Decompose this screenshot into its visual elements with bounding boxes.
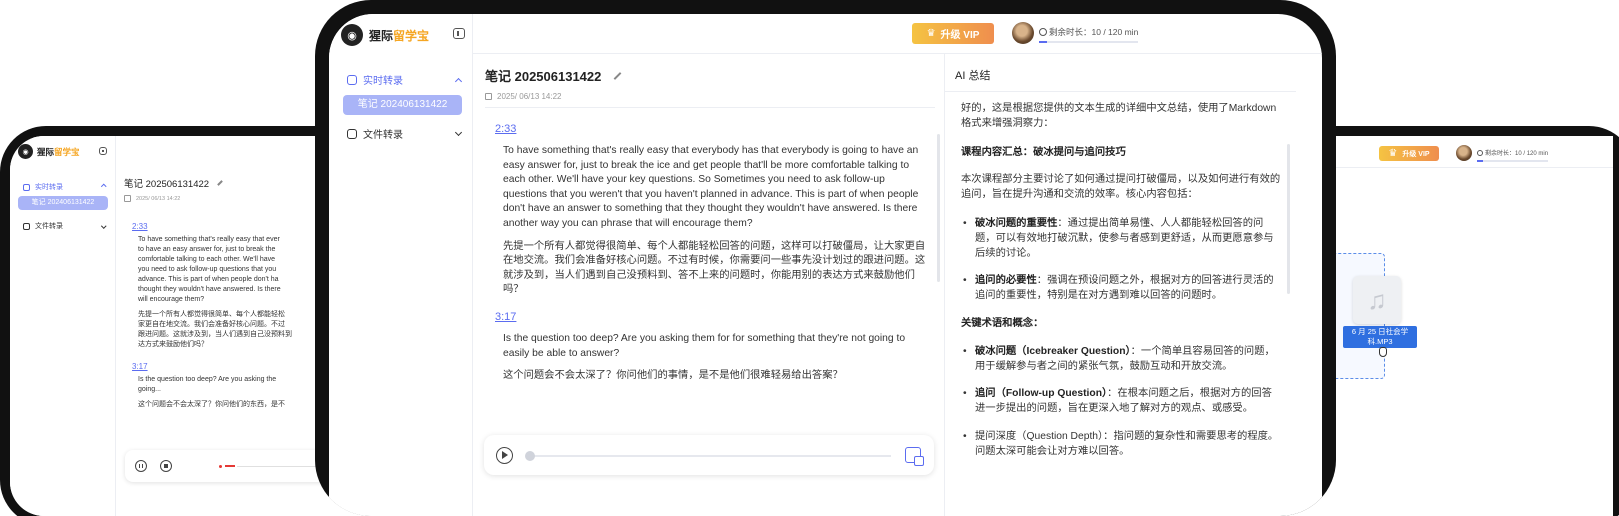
sidebar-item-file[interactable]: 文件转录: [347, 126, 463, 141]
transcript-panel: 2:33 To have something that's really eas…: [495, 119, 931, 429]
play-icon[interactable]: [496, 447, 513, 464]
sidebar-item-label: 文件转录: [35, 223, 63, 230]
transcript-english: Is the question too deep? Are you asking…: [503, 332, 906, 359]
folder-icon: [347, 128, 357, 139]
calendar-icon: [124, 195, 131, 202]
remaining-time: 剩余时长：10 / 120 min: [1477, 148, 1549, 162]
transcript-english: To have something that's really easy tha…: [503, 145, 919, 229]
remaining-time: 剩余时长：10 / 120 min: [1039, 26, 1139, 43]
stop-icon[interactable]: [160, 460, 172, 472]
topbar: [473, 14, 1322, 54]
summary-heading: 关键术语和概念：: [961, 317, 1044, 329]
left-logo: ◉ 猩际留学宝: [18, 144, 80, 159]
summary-bullet: 追问（Follow-up Question）：在根本问题之后，根据对方的回答进一…: [961, 387, 1281, 417]
summary-bullet: 提问深度（Question Depth）：指问题的复杂性和需要思考的程度。问题太…: [961, 430, 1281, 460]
chevron-up-icon: [454, 77, 463, 85]
remaining-time-bar: [1477, 160, 1549, 162]
timestamp-link[interactable]: 2:33: [132, 222, 148, 231]
left-sidebar: ◉ 猩际留学宝 实时转录 笔记 202406131422 文件转录: [10, 136, 116, 516]
transcript-chinese: 先提一个所有人都觉得很简单、每个人都能轻松回答的问题，这样可以打破僵局，让大家更…: [503, 240, 926, 296]
sidebar-collapse-icon[interactable]: [453, 28, 465, 39]
chevron-down-icon: [454, 128, 463, 137]
pause-icon[interactable]: [135, 460, 147, 472]
note-header: 笔记 202506131422 2025/ 06/13 14:22: [485, 66, 933, 101]
seek-handle[interactable]: [525, 451, 535, 461]
sidebar-item-label: 实时转录: [35, 184, 63, 191]
seek-track[interactable]: [529, 455, 891, 457]
calendar-icon: [485, 93, 492, 100]
avatar[interactable]: [1012, 22, 1034, 44]
sidebar-item-realtime[interactable]: 实时转录: [23, 182, 106, 192]
logo-monkey-icon: ◉: [341, 24, 363, 46]
promo-stage: ◉ 猩际留学宝 实时转录 笔记 202406131422 文件转录 笔记 202…: [0, 0, 1619, 516]
sidebar-item-file[interactable]: 文件转录: [23, 221, 106, 231]
timestamp-link[interactable]: 3:17: [495, 311, 516, 323]
remaining-time-fill: [1477, 160, 1483, 162]
upgrade-vip-button[interactable]: ♛ 升级 VIP: [1379, 146, 1439, 161]
sidebar-item-label: 文件转录: [363, 130, 403, 141]
note-date: 2025/ 06/13 14:22: [485, 92, 933, 101]
dragged-file-name: 6 月 25 日社会学科.MP3: [1343, 326, 1417, 348]
hand-cursor-icon: [1379, 347, 1387, 357]
sidebar: ◉ 猩际留学宝 实时转录 笔记 202406131422 文件转录: [329, 14, 473, 516]
clock-icon: [1477, 150, 1483, 156]
timestamp-link[interactable]: 3:17: [132, 362, 148, 371]
sidebar-note-item[interactable]: 笔记 202406131422: [18, 196, 108, 210]
divider: [485, 107, 935, 108]
summary-body: 好的，这是根据您提供的文本生成的详细中文总结，使用了Markdown格式来增强洞…: [961, 102, 1281, 473]
sidebar-item-realtime[interactable]: 实时转录: [347, 72, 463, 87]
recording-dot-icon: [219, 465, 222, 468]
summary-bullet: 追问的必要性：强调在预设问题之外，根据对方的回答进行灵活的追问的重要性，特别是在…: [961, 274, 1281, 304]
upgrade-vip-button[interactable]: ♛ 升级 VIP: [912, 23, 994, 44]
avatar[interactable]: [1456, 145, 1472, 161]
realtime-icon: [347, 74, 357, 85]
transcript-chinese: 这个问题会不会太深了？你问他们的事情，是不是他们很难轻易给出答案？: [503, 370, 843, 382]
summary-title: AI 总结: [955, 70, 991, 82]
remaining-time-bar: [1039, 41, 1139, 43]
note-title: 笔记 202506131422: [485, 66, 933, 85]
crown-icon: ♛: [926, 28, 936, 39]
summary-intro: 好的，这是根据您提供的文本生成的详细中文总结，使用了Markdown格式来增强洞…: [961, 103, 1277, 129]
remaining-time-fill: [1039, 41, 1048, 43]
pencil-icon[interactable]: [217, 180, 223, 186]
ai-summary-panel: AI 总结 好的，这是根据您提供的文本生成的详细中文总结，使用了Markdown…: [944, 54, 1296, 516]
summary-scrollbar[interactable]: [1287, 144, 1290, 294]
main-screen: ◉ 猩际留学宝 实时转录 笔记 202406131422 文件转录 ♛ 升级 VI…: [329, 14, 1322, 516]
crown-icon: ♛: [1388, 148, 1398, 159]
music-file-icon[interactable]: ♫: [1353, 276, 1401, 324]
logo-text: 猩际留学宝: [37, 146, 80, 157]
summary-bullet: 破冰问题（Icebreaker Question）：一个简单且容易回答的问题，用…: [961, 345, 1281, 375]
timestamp-link[interactable]: 2:33: [495, 123, 516, 135]
summary-bullet: 破冰问题的重要性：通过提出简单易懂、人人都能轻松回答的问题，可以有效地打破沉默，…: [961, 217, 1281, 261]
audio-player: [484, 435, 934, 475]
waveform-icon: [225, 465, 235, 467]
realtime-icon: [23, 183, 30, 191]
summary-paragraph: 本次课程部分主要讨论了如何通过提问打破僵局，以及如何进行有效的追问，旨在提升沟通…: [961, 174, 1281, 201]
translate-icon[interactable]: [905, 447, 924, 466]
pencil-icon[interactable]: [613, 71, 622, 80]
folder-icon: [23, 222, 30, 230]
logo-text: 猩际留学宝: [369, 28, 430, 43]
chevron-down-icon: [100, 223, 106, 229]
summary-header: [945, 54, 1296, 92]
clock-icon: [1039, 28, 1047, 36]
sidebar-item-label: 实时转录: [363, 76, 403, 87]
sidebar-collapse-icon[interactable]: [99, 147, 107, 155]
app-logo: ◉ 猩际留学宝: [341, 24, 429, 46]
chevron-up-icon: [100, 184, 106, 190]
logo-monkey-icon: ◉: [18, 144, 33, 159]
summary-heading: 课程内容汇总：破冰提问与追问技巧: [961, 146, 1126, 158]
main-device-frame: ◉ 猩际留学宝 实时转录 笔记 202406131422 文件转录 ♛ 升级 VI…: [315, 0, 1336, 516]
transcript-scrollbar[interactable]: [937, 134, 940, 282]
sidebar-note-item[interactable]: 笔记 202406131422: [343, 95, 462, 115]
